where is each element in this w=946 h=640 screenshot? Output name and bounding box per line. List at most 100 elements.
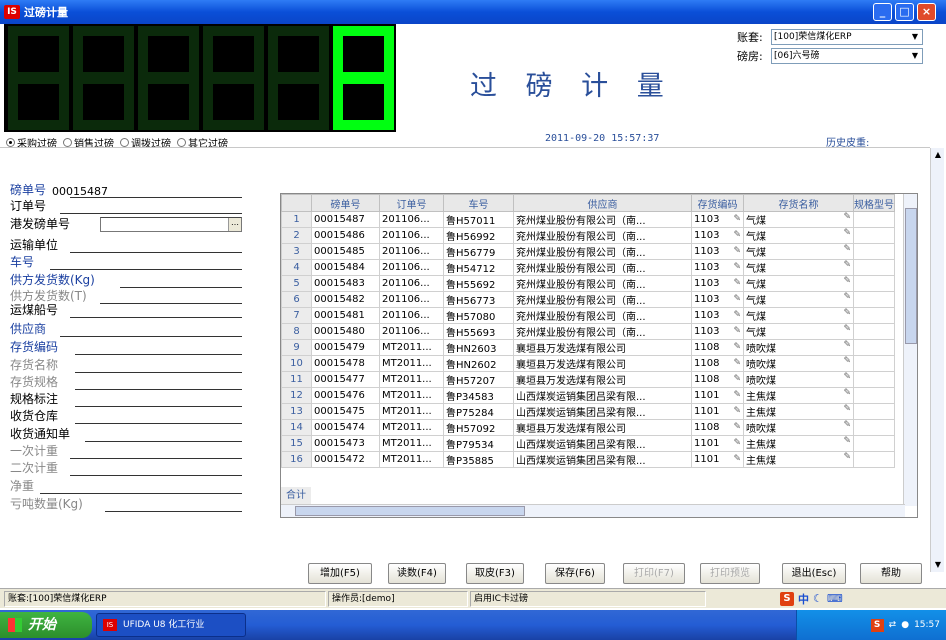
table-cell[interactable]: 11 (281, 371, 312, 388)
column-header[interactable]: 供应商 (513, 194, 692, 212)
table-cell[interactable]: 鲁HN2603 (443, 339, 514, 356)
column-header[interactable]: 订单号 (379, 194, 444, 212)
table-cell[interactable]: 7 (281, 307, 312, 324)
table-cell[interactable]: 1103 ✎ (691, 243, 744, 260)
table-cell[interactable]: 00015482 (311, 291, 380, 308)
table-cell[interactable]: 15 (281, 435, 312, 452)
table-cell[interactable]: 00015476 (311, 387, 380, 404)
table-cell[interactable]: 鲁H55692 (443, 275, 514, 292)
edit-pen-icon[interactable]: ✎ (733, 374, 741, 384)
table-cell[interactable]: 8 (281, 323, 312, 340)
table-cell[interactable]: 00015472 (311, 451, 380, 468)
table-cell[interactable]: 鲁H56773 (443, 291, 514, 308)
table-cell[interactable]: 1101 ✎ (691, 403, 744, 420)
ellipsis-icon[interactable]: … (228, 218, 241, 231)
table-cell[interactable]: 气煤 ✎ (743, 243, 854, 260)
account-combo[interactable]: [100]荣信煤化ERP ▼ (771, 29, 923, 45)
shield-icon[interactable]: ● (901, 620, 909, 630)
table-cell[interactable]: 鲁H57011 (443, 211, 514, 228)
table-cell[interactable]: 喷吹煤 ✎ (743, 419, 854, 436)
table-cell[interactable]: 201106... (379, 211, 444, 228)
table-cell[interactable]: 1103 ✎ (691, 307, 744, 324)
table-cell[interactable]: 气煤 ✎ (743, 323, 854, 340)
edit-pen-icon[interactable]: ✎ (843, 389, 851, 399)
table-cell[interactable]: 鲁H55693 (443, 323, 514, 340)
table-cell[interactable]: MT2011... (379, 387, 444, 404)
table-cell[interactable]: 00015481 (311, 307, 380, 324)
table-cell[interactable]: 5 (281, 275, 312, 292)
edit-pen-icon[interactable]: ✎ (733, 214, 741, 224)
table-cell[interactable]: MT2011... (379, 339, 444, 356)
action-button-6[interactable]: 退出(Esc) (782, 563, 846, 584)
chevron-down-icon[interactable]: ▼ (908, 30, 922, 44)
grid-vertical-scrollbar[interactable] (903, 194, 917, 506)
ime-toolbar[interactable]: S 中 ☾ ⌨ (780, 589, 930, 608)
table-cell[interactable]: 1103 ✎ (691, 275, 744, 292)
edit-pen-icon[interactable]: ✎ (843, 293, 851, 303)
edit-pen-icon[interactable]: ✎ (843, 277, 851, 287)
table-cell[interactable]: 鲁H56992 (443, 227, 514, 244)
table-cell[interactable]: 主焦煤 ✎ (743, 387, 854, 404)
table-cell[interactable]: 山西煤炭运销集团吕梁有限... (513, 387, 692, 404)
table-cell[interactable]: 13 (281, 403, 312, 420)
table-row[interactable]: 2 00015486 201106... 鲁H56992 兖州煤业股份有限公司（南...… (281, 227, 895, 244)
edit-pen-icon[interactable]: ✎ (733, 278, 741, 288)
table-row[interactable]: 9 00015479 MT2011... 鲁HN2603 襄垣县万发选煤有限公司 1108… (281, 339, 895, 356)
edit-pen-icon[interactable]: ✎ (843, 341, 851, 351)
table-cell[interactable]: 201106... (379, 323, 444, 340)
table-cell[interactable]: 兖州煤业股份有限公司（南... (513, 211, 692, 228)
table-cell[interactable]: 气煤 ✎ (743, 291, 854, 308)
column-header[interactable]: 车号 (443, 194, 514, 212)
table-cell[interactable]: 1103 ✎ (691, 291, 744, 308)
table-cell[interactable]: 201106... (379, 259, 444, 276)
edit-pen-icon[interactable]: ✎ (843, 453, 851, 463)
table-cell[interactable] (853, 403, 895, 420)
edit-pen-icon[interactable]: ✎ (843, 357, 851, 367)
grid-horizontal-scrollbar[interactable] (281, 504, 905, 517)
edit-pen-icon[interactable]: ✎ (843, 405, 851, 415)
table-cell[interactable]: 兖州煤业股份有限公司（南... (513, 323, 692, 340)
table-cell[interactable]: 1101 ✎ (691, 435, 744, 452)
table-cell[interactable]: 气煤 ✎ (743, 211, 854, 228)
table-cell[interactable]: 鲁H54712 (443, 259, 514, 276)
clock[interactable]: 15:57 (914, 620, 940, 630)
table-cell[interactable]: 襄垣县万发选煤有限公司 (513, 355, 692, 372)
table-cell[interactable]: MT2011... (379, 403, 444, 420)
table-cell[interactable] (853, 339, 895, 356)
table-cell[interactable]: 1103 ✎ (691, 323, 744, 340)
edit-pen-icon[interactable]: ✎ (843, 421, 851, 431)
edit-pen-icon[interactable]: ✎ (843, 229, 851, 239)
edit-pen-icon[interactable]: ✎ (733, 422, 741, 432)
table-cell[interactable] (853, 419, 895, 436)
table-cell[interactable]: 00015485 (311, 243, 380, 260)
edit-pen-icon[interactable]: ✎ (733, 230, 741, 240)
table-cell[interactable]: 气煤 ✎ (743, 227, 854, 244)
table-row[interactable]: 1 00015487 201106... 鲁H57011 兖州煤业股份有限公司（南...… (281, 211, 895, 228)
table-cell[interactable]: 00015487 (311, 211, 380, 228)
table-cell[interactable]: 2 (281, 227, 312, 244)
column-header[interactable]: 存货编码 (691, 194, 744, 212)
table-cell[interactable] (853, 307, 895, 324)
table-cell[interactable]: 1103 ✎ (691, 259, 744, 276)
table-cell[interactable]: 鲁P34583 (443, 387, 514, 404)
action-button-7[interactable]: 帮助 (860, 563, 922, 584)
table-cell[interactable]: 鲁H57080 (443, 307, 514, 324)
maximize-button[interactable]: □ (895, 3, 914, 21)
table-cell[interactable]: 00015479 (311, 339, 380, 356)
action-button-1[interactable]: 读数(F4) (388, 563, 446, 584)
edit-pen-icon[interactable]: ✎ (733, 310, 741, 320)
keyboard-icon[interactable]: ⌨ (827, 592, 843, 605)
sogou-icon[interactable]: S (780, 591, 794, 606)
table-cell[interactable]: 鲁HN2602 (443, 355, 514, 372)
network-icon[interactable]: ⇄ (889, 620, 897, 630)
chevron-down-icon[interactable]: ▼ (908, 49, 922, 63)
ime-mode[interactable]: 中 (798, 591, 809, 607)
moon-icon[interactable]: ☾ (813, 592, 823, 605)
edit-pen-icon[interactable]: ✎ (733, 390, 741, 400)
edit-pen-icon[interactable]: ✎ (733, 358, 741, 368)
table-cell[interactable]: 00015477 (311, 371, 380, 388)
table-cell[interactable] (853, 275, 895, 292)
table-cell[interactable]: 山西煤炭运销集团吕梁有限... (513, 435, 692, 452)
table-cell[interactable]: 1108 ✎ (691, 419, 744, 436)
table-row[interactable]: 15 00015473 MT2011... 鲁P79534 山西煤炭运销集团吕梁有限..… (281, 435, 895, 452)
